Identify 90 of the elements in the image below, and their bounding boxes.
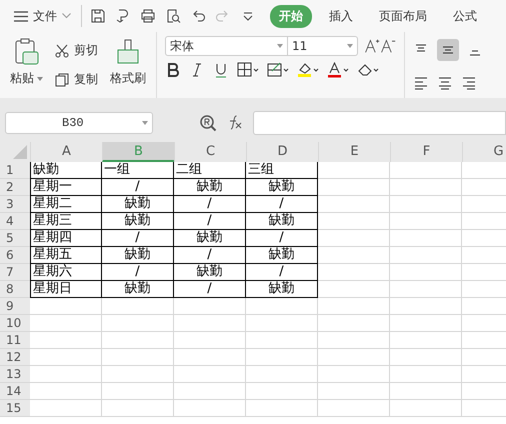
clipboard-icon: [14, 38, 40, 66]
table-cell: 星期三: [30, 213, 102, 230]
copy-button[interactable]: 复制: [53, 69, 100, 90]
table-cell: /: [102, 264, 174, 281]
table-cell: 缺勤: [102, 213, 174, 230]
column-header[interactable]: G: [462, 142, 506, 162]
caret-icon: [37, 76, 43, 80]
row-header[interactable]: 15: [0, 400, 30, 417]
copy-icon: [55, 72, 69, 86]
row-header[interactable]: 14: [0, 383, 30, 400]
column-header[interactable]: E: [318, 142, 390, 162]
row-header[interactable]: 6: [0, 247, 30, 264]
table-cell: /: [246, 196, 318, 213]
save-icon[interactable]: [90, 8, 106, 24]
row-header[interactable]: 13: [0, 366, 30, 383]
caret-icon: [277, 44, 283, 48]
row-header[interactable]: 10: [0, 315, 30, 332]
font-name-field[interactable]: 宋体: [165, 36, 288, 56]
format-painter-button[interactable]: 格式刷: [108, 36, 148, 94]
caret-icon: [142, 121, 148, 125]
print-preview-icon[interactable]: [165, 8, 181, 24]
row-header[interactable]: 4: [0, 213, 30, 230]
increase-font-size-icon[interactable]: [364, 38, 380, 54]
table-cell: 缺勤: [246, 281, 318, 298]
formula-field[interactable]: [253, 111, 506, 135]
table-cell: 三组: [246, 162, 318, 179]
table-cell: 缺勤: [174, 179, 246, 196]
undo-history-icon[interactable]: [115, 8, 131, 24]
scissors-icon: [55, 44, 69, 58]
align-right-icon[interactable]: [461, 75, 477, 91]
table-cell: 星期六: [30, 264, 102, 281]
paste-button[interactable]: 粘贴: [8, 36, 45, 94]
borders-icon[interactable]: [237, 62, 259, 78]
table-cell: 一组: [102, 162, 174, 179]
table-cell: 缺勤: [246, 179, 318, 196]
table-cell: 缺勤: [174, 230, 246, 247]
row-header[interactable]: 2: [0, 179, 30, 196]
table-cell: /: [246, 230, 318, 247]
decrease-font-size-icon[interactable]: [380, 38, 396, 54]
cut-button[interactable]: 剪切: [53, 40, 100, 61]
table-cell: 缺勤: [102, 247, 174, 264]
file-menu[interactable]: 文件: [12, 6, 73, 26]
align-center-icon[interactable]: [437, 75, 453, 91]
table-cell: 缺勤: [102, 281, 174, 298]
zoom-icon[interactable]: [199, 114, 217, 132]
table-cell: 缺勤: [246, 247, 318, 264]
table-cell: 缺勤: [30, 162, 102, 179]
row-header[interactable]: 12: [0, 349, 30, 366]
table-cell: 星期一: [30, 179, 102, 196]
ribbon-tab[interactable]: 插入: [320, 4, 362, 28]
ribbon-tab[interactable]: 页面布局: [370, 4, 436, 28]
table-cell: 星期四: [30, 230, 102, 247]
table-cell: 二组: [174, 162, 246, 179]
table-cell: 缺勤: [246, 213, 318, 230]
table-cell: /: [102, 179, 174, 196]
table-cell: 缺勤: [102, 196, 174, 213]
table-cell: 星期五: [30, 247, 102, 264]
table-cell: /: [246, 264, 318, 281]
chevron-icon: [62, 13, 71, 19]
merge-cells-icon[interactable]: [267, 62, 289, 78]
row-header[interactable]: 9: [0, 298, 30, 315]
ribbon-tab[interactable]: 公式: [444, 4, 486, 28]
menu-icon: [14, 10, 28, 22]
table-cell: /: [174, 281, 246, 298]
column-header[interactable]: F: [390, 142, 462, 162]
eraser-icon[interactable]: [357, 62, 379, 78]
print-icon[interactable]: [140, 8, 156, 24]
table-cell: /: [102, 230, 174, 247]
table-cell: 缺勤: [174, 264, 246, 281]
name-box[interactable]: B30: [5, 112, 153, 134]
table-cell: 星期二: [30, 196, 102, 213]
font-size-field[interactable]: 11: [288, 36, 358, 56]
fill-color-icon[interactable]: [297, 62, 319, 78]
caret-icon: [347, 44, 353, 48]
row-header[interactable]: 7: [0, 264, 30, 281]
font-color-icon[interactable]: [327, 62, 349, 78]
underline-icon[interactable]: [213, 62, 229, 78]
table-cell: /: [174, 247, 246, 264]
row-header[interactable]: 1: [0, 162, 30, 179]
row-header[interactable]: 5: [0, 230, 30, 247]
align-middle-icon[interactable]: [437, 39, 459, 61]
align-left-icon[interactable]: [413, 75, 429, 91]
brush-icon: [115, 38, 141, 66]
row-header[interactable]: 3: [0, 196, 30, 213]
table-cell: 星期日: [30, 281, 102, 298]
row-header[interactable]: 8: [0, 281, 30, 298]
table-cell: /: [174, 213, 246, 230]
table-cell: /: [174, 196, 246, 213]
bold-icon[interactable]: [165, 62, 181, 78]
row-header[interactable]: 11: [0, 332, 30, 349]
